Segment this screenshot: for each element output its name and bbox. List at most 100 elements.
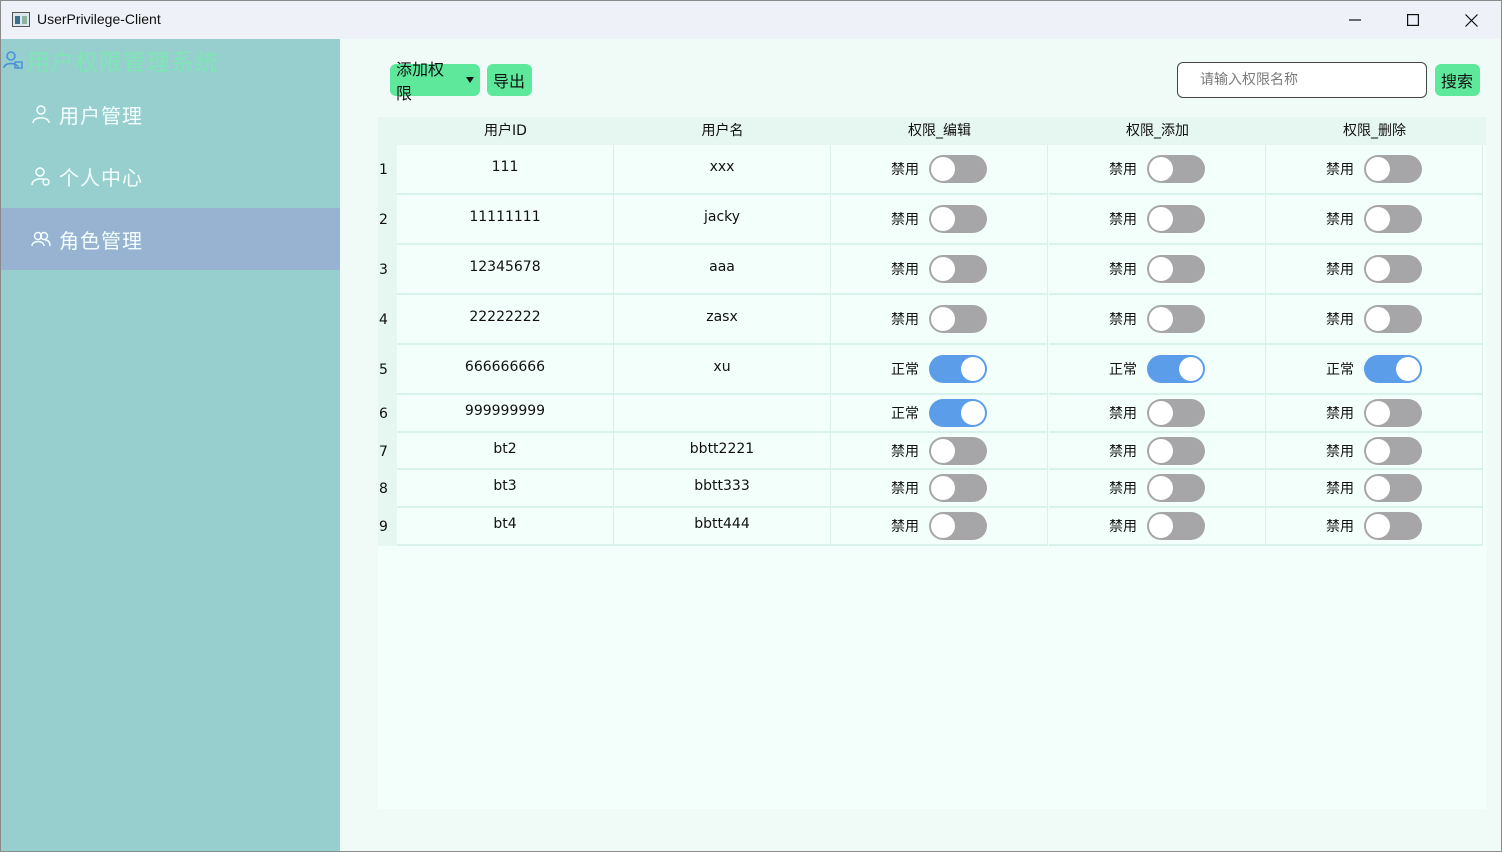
permission-edit-toggle[interactable]	[929, 255, 987, 283]
toggle-knob	[1366, 157, 1390, 181]
table-row[interactable]: 7 bt2 bbtt2221 禁用 禁用 禁用	[378, 433, 1486, 470]
table-row[interactable]: 9 bt4 bbtt444 禁用 禁用 禁用	[378, 508, 1486, 546]
toggle-knob	[1149, 514, 1173, 538]
permission-edit-toggle[interactable]	[929, 399, 987, 427]
toggle-knob	[1366, 476, 1390, 500]
permission-add-cell: 禁用	[1049, 195, 1266, 245]
permission-add-toggle[interactable]	[1147, 155, 1205, 183]
title-bar[interactable]: UserPrivilege-Client	[1, 1, 1501, 39]
permission-delete-toggle[interactable]	[1364, 355, 1422, 383]
user-id-cell: 22222222	[397, 295, 614, 345]
permission-add-cell: 禁用	[1049, 470, 1266, 508]
table-row[interactable]: 2 11111111 jacky 禁用 禁用 禁用	[378, 195, 1486, 245]
permission-delete-cell: 禁用	[1266, 470, 1483, 508]
export-label: 导出	[493, 72, 526, 91]
permission-delete-toggle[interactable]	[1364, 474, 1422, 502]
permission-add-toggle[interactable]	[1147, 355, 1205, 383]
permission-add-toggle[interactable]	[1147, 474, 1205, 502]
sidebar-item-role-management[interactable]: 角色管理	[1, 208, 340, 270]
username-cell: bbtt333	[614, 470, 831, 508]
permission-delete-toggle[interactable]	[1364, 399, 1422, 427]
add-permission-dropdown[interactable]: 添加权限	[390, 60, 480, 103]
column-header[interactable]: 用户名	[614, 117, 831, 145]
row-number: 4	[378, 295, 397, 345]
permission-delete-toggle[interactable]	[1364, 512, 1422, 540]
row-number: 6	[378, 395, 397, 433]
sidebar-item-personal-center[interactable]: 个人中心	[1, 145, 340, 207]
minimize-icon	[1349, 19, 1361, 21]
permission-add-toggle[interactable]	[1147, 305, 1205, 333]
column-header[interactable]: 用户ID	[397, 117, 614, 145]
toggle-knob	[961, 357, 985, 381]
app-icon	[12, 12, 30, 27]
column-header[interactable]: 权限_编辑	[831, 117, 1048, 145]
username-cell: xu	[614, 345, 831, 395]
window-title: UserPrivilege-Client	[37, 11, 161, 27]
permission-delete-toggle[interactable]	[1364, 155, 1422, 183]
permission-delete-toggle[interactable]	[1364, 255, 1422, 283]
toggle-knob	[931, 438, 955, 463]
search-input[interactable]	[1177, 62, 1427, 98]
permission-add-toggle[interactable]	[1147, 399, 1205, 427]
permission-edit-toggle[interactable]	[929, 355, 987, 383]
table-row[interactable]: 8 bt3 bbtt333 禁用 禁用 禁用	[378, 470, 1486, 508]
permission-add-cell: 禁用	[1049, 395, 1266, 433]
permission-edit-toggle[interactable]	[929, 205, 987, 233]
permission-edit-cell: 正常	[831, 345, 1048, 395]
app-window: UserPrivilege-Client 用户权限管理系统 用户管理 个人中心 …	[0, 0, 1502, 852]
toggle-knob	[931, 257, 955, 281]
caret-down-icon	[466, 77, 474, 83]
minimize-button[interactable]	[1326, 1, 1384, 39]
permission-edit-toggle[interactable]	[929, 155, 987, 183]
permission-edit-toggle[interactable]	[929, 305, 987, 333]
table-row[interactable]: 4 22222222 zasx 禁用 禁用 禁用	[378, 295, 1486, 345]
permission-delete-toggle[interactable]	[1364, 436, 1422, 465]
maximize-button[interactable]	[1384, 1, 1442, 39]
sidebar-item-label: 角色管理	[59, 228, 143, 253]
table-row[interactable]: 5 666666666 xu 正常 正常 正常	[378, 345, 1486, 395]
permission-status-label: 禁用	[1326, 519, 1354, 535]
table-row[interactable]: 6 999999999 正常 禁用 禁用	[378, 395, 1486, 433]
main-content: 添加权限 导出 搜索 用户ID 用户名 权限_编辑 权限_添加 权限_删除 11…	[340, 39, 1501, 851]
permission-edit-toggle[interactable]	[929, 436, 987, 465]
permission-edit-cell: 禁用	[831, 195, 1048, 245]
export-button[interactable]: 导出	[487, 64, 532, 96]
permission-status-label: 正常	[891, 362, 919, 378]
close-button[interactable]	[1442, 1, 1500, 39]
permission-delete-cell: 禁用	[1266, 395, 1483, 433]
permission-delete-toggle[interactable]	[1364, 205, 1422, 233]
toggle-knob	[1366, 401, 1390, 425]
table-row[interactable]: 1 111 xxx 禁用 禁用 禁用	[378, 145, 1486, 195]
search-button[interactable]: 搜索	[1435, 64, 1480, 96]
toggle-knob	[1149, 207, 1173, 231]
permission-add-toggle[interactable]	[1147, 436, 1205, 465]
permission-delete-toggle[interactable]	[1364, 305, 1422, 333]
permission-status-label: 禁用	[1326, 262, 1354, 278]
permission-add-cell: 正常	[1049, 345, 1266, 395]
column-header[interactable]: 权限_添加	[1049, 117, 1266, 145]
permission-add-cell: 禁用	[1049, 145, 1266, 195]
permission-table: 用户ID 用户名 权限_编辑 权限_添加 权限_删除 1 111 xxx 禁用 禁用 禁用…	[378, 117, 1486, 809]
permission-status-label: 禁用	[1326, 481, 1354, 497]
sidebar-item-user-management[interactable]: 用户管理	[1, 83, 340, 145]
username-cell	[614, 395, 831, 433]
toggle-knob	[931, 514, 955, 538]
permission-add-toggle[interactable]	[1147, 205, 1205, 233]
permission-delete-cell: 禁用	[1266, 245, 1483, 295]
username-cell: jacky	[614, 195, 831, 245]
permission-add-toggle[interactable]	[1147, 255, 1205, 283]
user-id-cell: 999999999	[397, 395, 614, 433]
permission-edit-toggle[interactable]	[929, 512, 987, 540]
permission-delete-cell: 禁用	[1266, 145, 1483, 195]
permission-status-label: 禁用	[1326, 406, 1354, 422]
username-cell: bbtt444	[614, 508, 831, 546]
permission-status-label: 禁用	[891, 262, 919, 278]
table-row[interactable]: 3 12345678 aaa 禁用 禁用 禁用	[378, 245, 1486, 295]
permission-add-toggle[interactable]	[1147, 512, 1205, 540]
user-lock-icon	[3, 51, 23, 69]
user-id-cell: bt3	[397, 470, 614, 508]
column-header[interactable]: 权限_删除	[1266, 117, 1483, 145]
permission-delete-cell: 禁用	[1266, 195, 1483, 245]
permission-edit-toggle[interactable]	[929, 474, 987, 502]
toggle-knob	[931, 307, 955, 331]
